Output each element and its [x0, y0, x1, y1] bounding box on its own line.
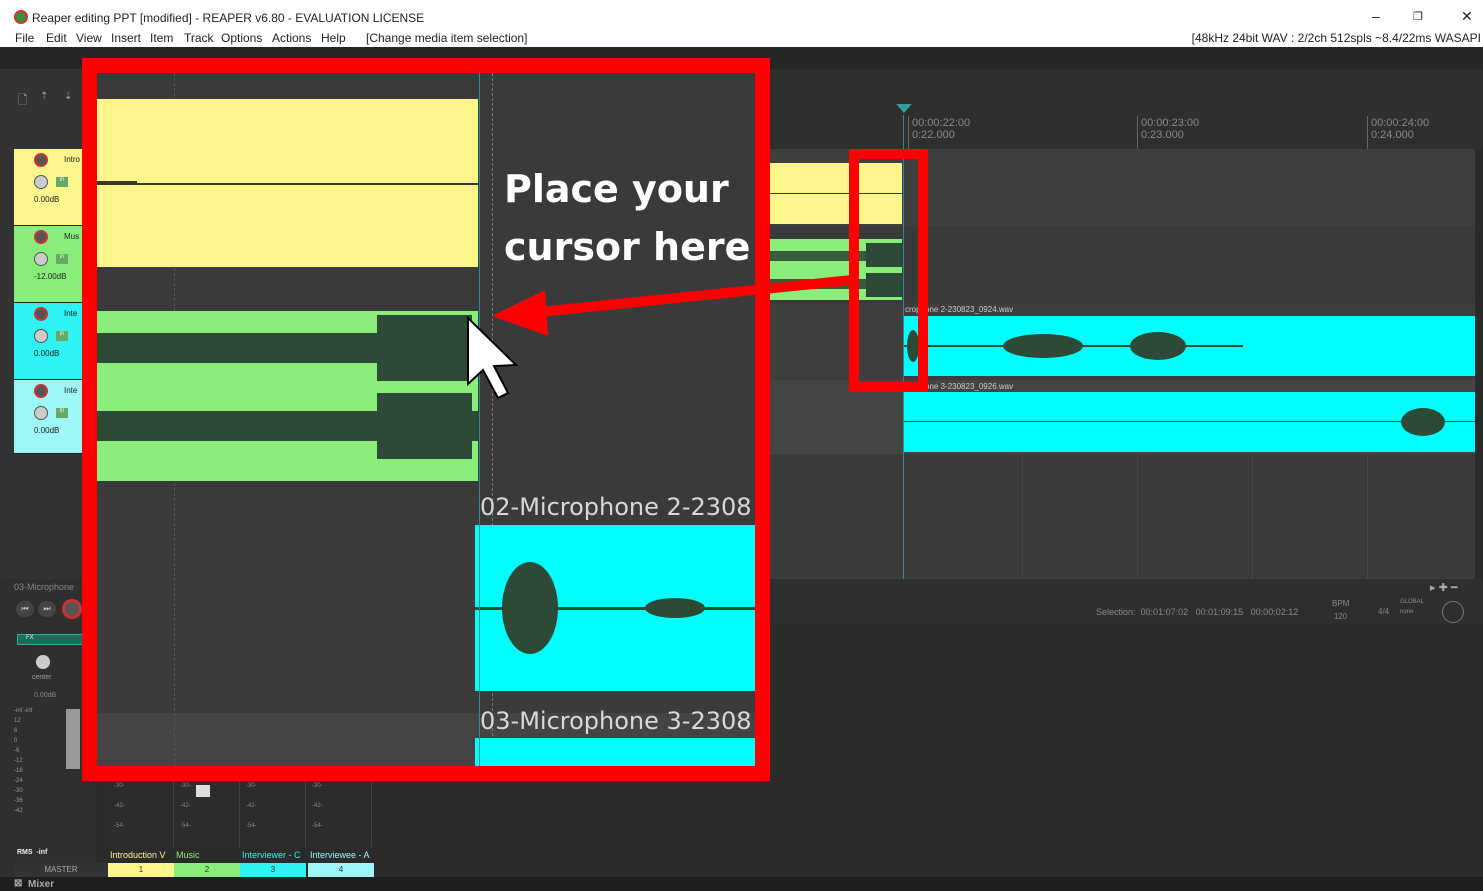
annotation-overlay — [467, 275, 853, 400]
arrow-head-icon — [492, 290, 548, 336]
pointer-arrow — [539, 275, 853, 317]
mouse-cursor-icon — [467, 315, 519, 400]
